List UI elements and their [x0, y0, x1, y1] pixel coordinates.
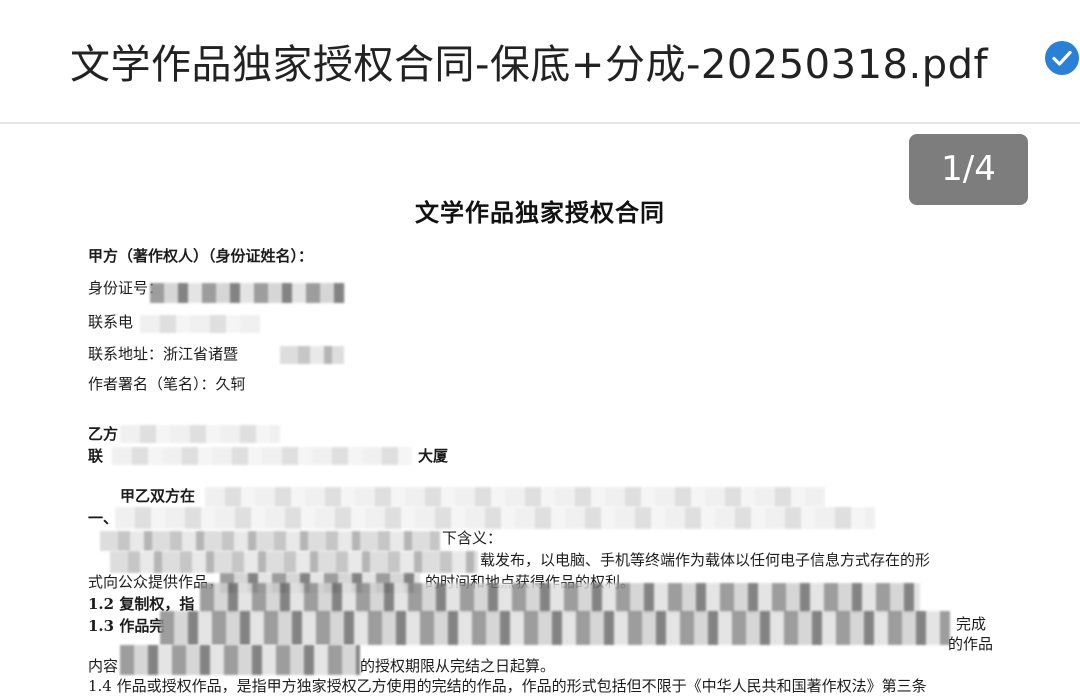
clause-1-3: 1.3 作品完	[88, 617, 165, 635]
file-name-title: 文学作品独家授权合同-保底+分成-20250318.pdf	[70, 42, 989, 88]
work-tail: 的作品	[948, 635, 994, 653]
pen-name-value: 久轲	[215, 375, 246, 393]
phone-label: 联系电	[88, 313, 134, 331]
page-indicator: 1/4	[909, 134, 1028, 205]
pen-name-line: 作者署名（笔名）：久轲	[88, 373, 246, 394]
redacted-content	[120, 645, 360, 675]
content-fragment: 内容	[88, 657, 119, 675]
section-one-mark: 一、	[88, 509, 119, 527]
pen-name-label: 作者署名（笔名）：	[88, 375, 216, 393]
redacted-section-one	[115, 507, 875, 529]
term-fragment: 的授权期限从完结之日起算。	[360, 657, 556, 675]
redacted-publish	[110, 551, 478, 573]
redacted-1-2	[200, 583, 920, 613]
publish-fragment: 载发布，以电脑、手机等终端作为载体以任何电子信息方式存在的形	[480, 551, 931, 569]
redacted-party-b-contact	[112, 447, 412, 465]
redacted-1-3	[160, 611, 950, 645]
redacted-intro	[205, 487, 825, 507]
clause-1-3-tail: 完成	[956, 615, 987, 633]
party-b-fragment: 大厦	[418, 447, 449, 465]
redacted-phone	[140, 315, 260, 333]
address-label-text: 联系地址：	[88, 345, 164, 363]
redacted-address	[280, 346, 344, 364]
party-a-label: 甲方（著作权人）（身份证姓名）：	[88, 247, 314, 265]
file-header: 文学作品独家授权合同-保底+分成-20250318.pdf	[0, 0, 1080, 124]
party-b-contact-label: 联	[88, 447, 104, 465]
check-circle-icon[interactable]	[1044, 40, 1080, 76]
redacted-id-number	[150, 283, 345, 303]
pdf-viewer[interactable]: 文学作品独家授权合同 甲方（著作权人）（身份证姓名）： 身份证号： 联系电 联系…	[0, 125, 1080, 699]
party-b-label: 乙方	[88, 425, 119, 443]
redacted-definitions	[100, 531, 440, 551]
redacted-party-b	[120, 425, 280, 443]
definitions-fragment: 下含义：	[442, 529, 503, 547]
clause-1-4: 1.4 作品或授权作品，是指甲方独家授权乙方使用的完结的作品，作品的形式包括但不…	[88, 677, 927, 695]
address-value: 浙江省诸暨	[163, 345, 239, 363]
address-label: 联系地址：浙江省诸暨	[88, 343, 238, 364]
intro-fragment: 甲乙双方在	[120, 487, 196, 505]
